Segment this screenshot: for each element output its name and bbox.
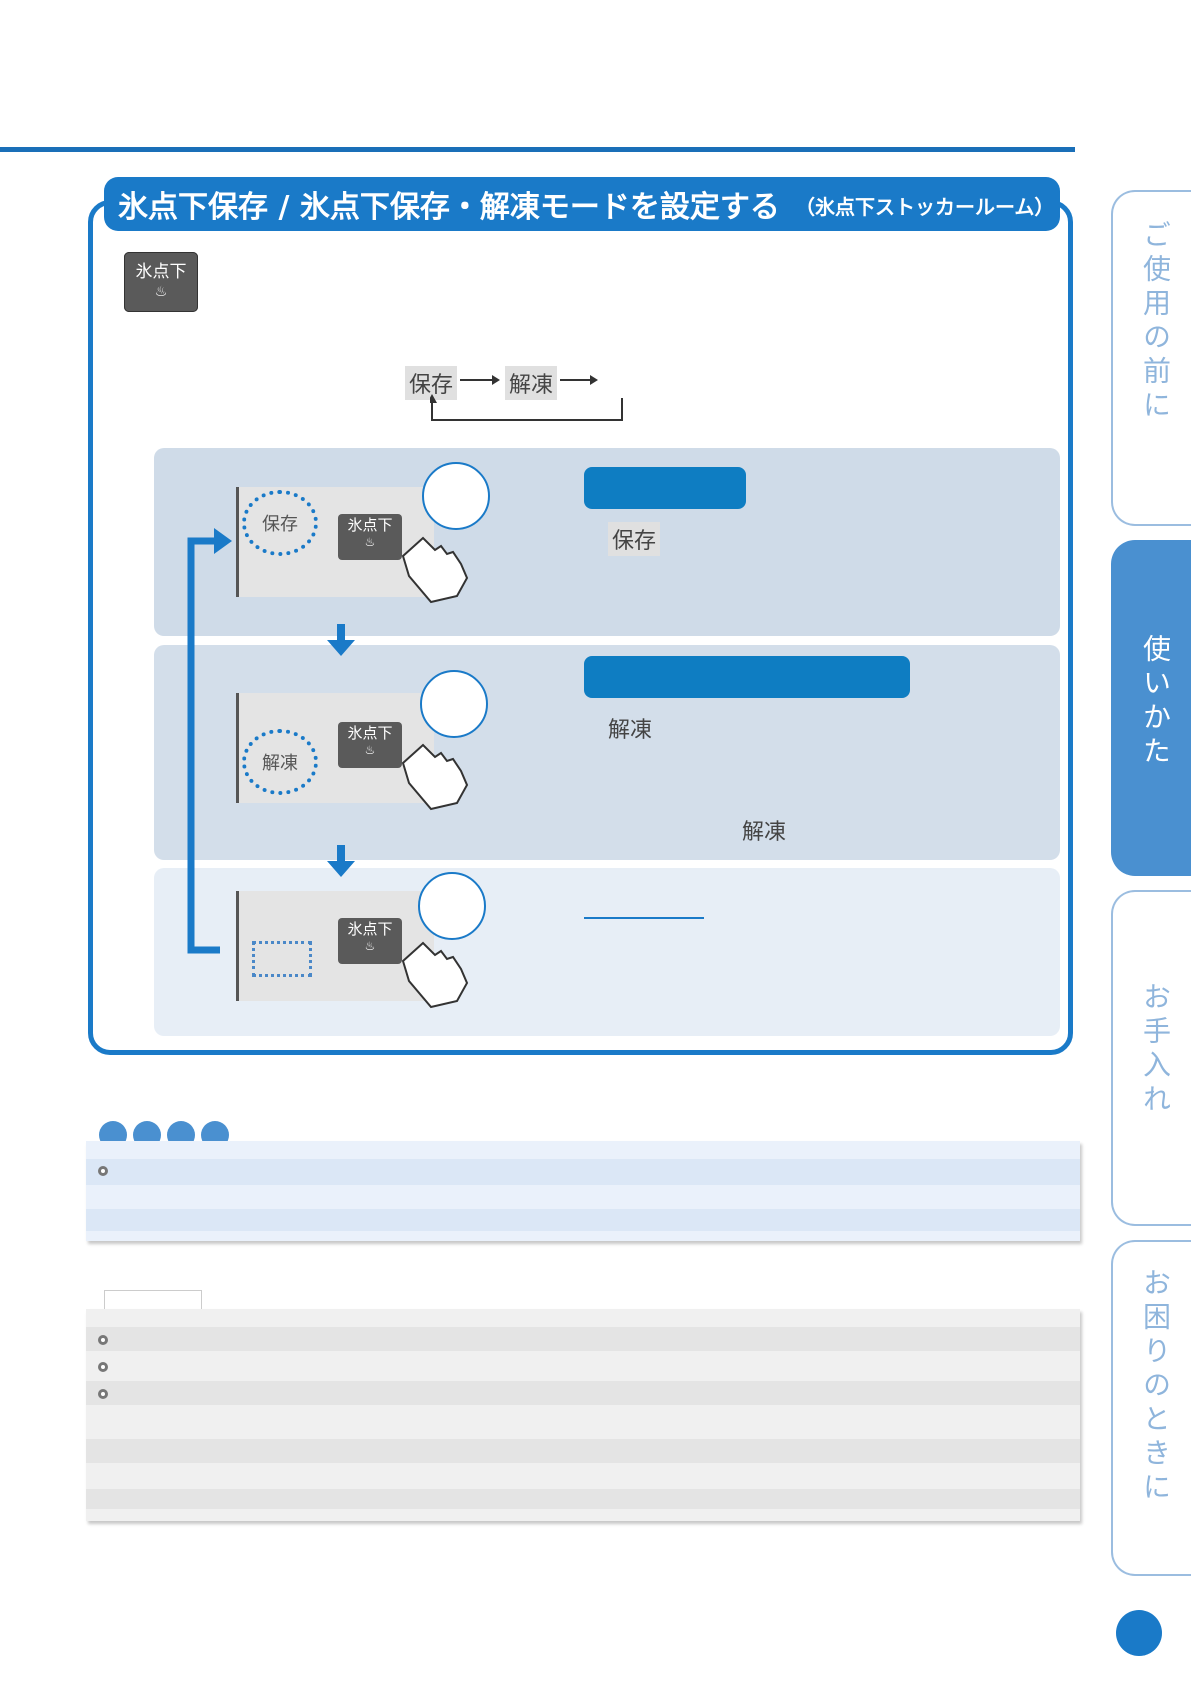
step-arrow-2-stem <box>337 845 345 861</box>
freeze-button-2: 氷点下 ♨ <box>338 722 402 768</box>
freeze-button-3: 氷点下 ♨ <box>338 918 402 964</box>
note-bullet <box>98 1389 108 1399</box>
note-box-1 <box>86 1141 1080 1241</box>
note-bullet <box>98 1335 108 1345</box>
step-2-thaw-note: 解凍 <box>742 820 787 845</box>
tab-before-use-label: ご使用の前に <box>1139 220 1172 424</box>
freeze-button-label: 氷点下 <box>135 262 187 282</box>
freeze-button-3-label: 氷点下 <box>347 920 393 938</box>
freeze-button-1-label: 氷点下 <box>347 516 393 534</box>
step-1-save-label: 保存 <box>608 522 661 556</box>
tab-troubleshooting-label: お困りのときに <box>1139 1268 1172 1506</box>
tab-before-use[interactable]: ご使用の前に <box>1111 190 1191 526</box>
step-arrow-2 <box>327 861 355 877</box>
fish-icon: ♨ <box>364 939 376 953</box>
freeze-button-2-label: 氷点下 <box>347 724 393 742</box>
note-box-2 <box>86 1309 1080 1521</box>
fish-icon: ♨ <box>364 535 376 549</box>
hand-press-icon <box>401 941 469 1009</box>
hand-press-icon <box>401 536 469 604</box>
step-3-underline <box>584 917 704 919</box>
header-rule <box>0 147 1075 152</box>
loop-back-arrow <box>187 528 232 954</box>
tab-care-label: お手入れ <box>1139 982 1172 1118</box>
fish-icon: ♨ <box>154 284 168 300</box>
step-1-heading-bar <box>584 467 746 509</box>
step-2-thaw-label: 解凍 <box>608 718 653 743</box>
fish-icon: ♨ <box>364 743 376 757</box>
section-title: 氷点下保存 / 氷点下保存・解凍モードを設定する <box>118 190 780 225</box>
tab-how-to-use[interactable]: 使いかた <box>1111 540 1191 876</box>
empty-indicator <box>252 941 312 977</box>
thaw-indicator-ring: 解凍 <box>242 729 318 795</box>
freeze-button-icon: 氷点下 ♨ <box>124 252 198 312</box>
page-number-badge <box>1116 1610 1162 1656</box>
freeze-button-1: 氷点下 ♨ <box>338 514 402 560</box>
save-indicator-ring: 保存 <box>242 490 318 556</box>
cycle-loop-arrow <box>430 375 623 421</box>
note-bullet <box>98 1166 108 1176</box>
hand-press-icon <box>401 743 469 811</box>
step-arrow-1 <box>327 640 355 656</box>
note-bullet <box>98 1362 108 1372</box>
tab-troubleshooting[interactable]: お困りのときに <box>1111 1240 1191 1576</box>
step-2-heading-bar <box>584 656 910 698</box>
tab-how-to-use-label: 使いかた <box>1139 634 1172 770</box>
tab-care[interactable]: お手入れ <box>1111 890 1191 1226</box>
section-subtitle: （氷点下ストッカールーム） <box>795 195 1055 219</box>
step-arrow-1-stem <box>337 624 345 640</box>
